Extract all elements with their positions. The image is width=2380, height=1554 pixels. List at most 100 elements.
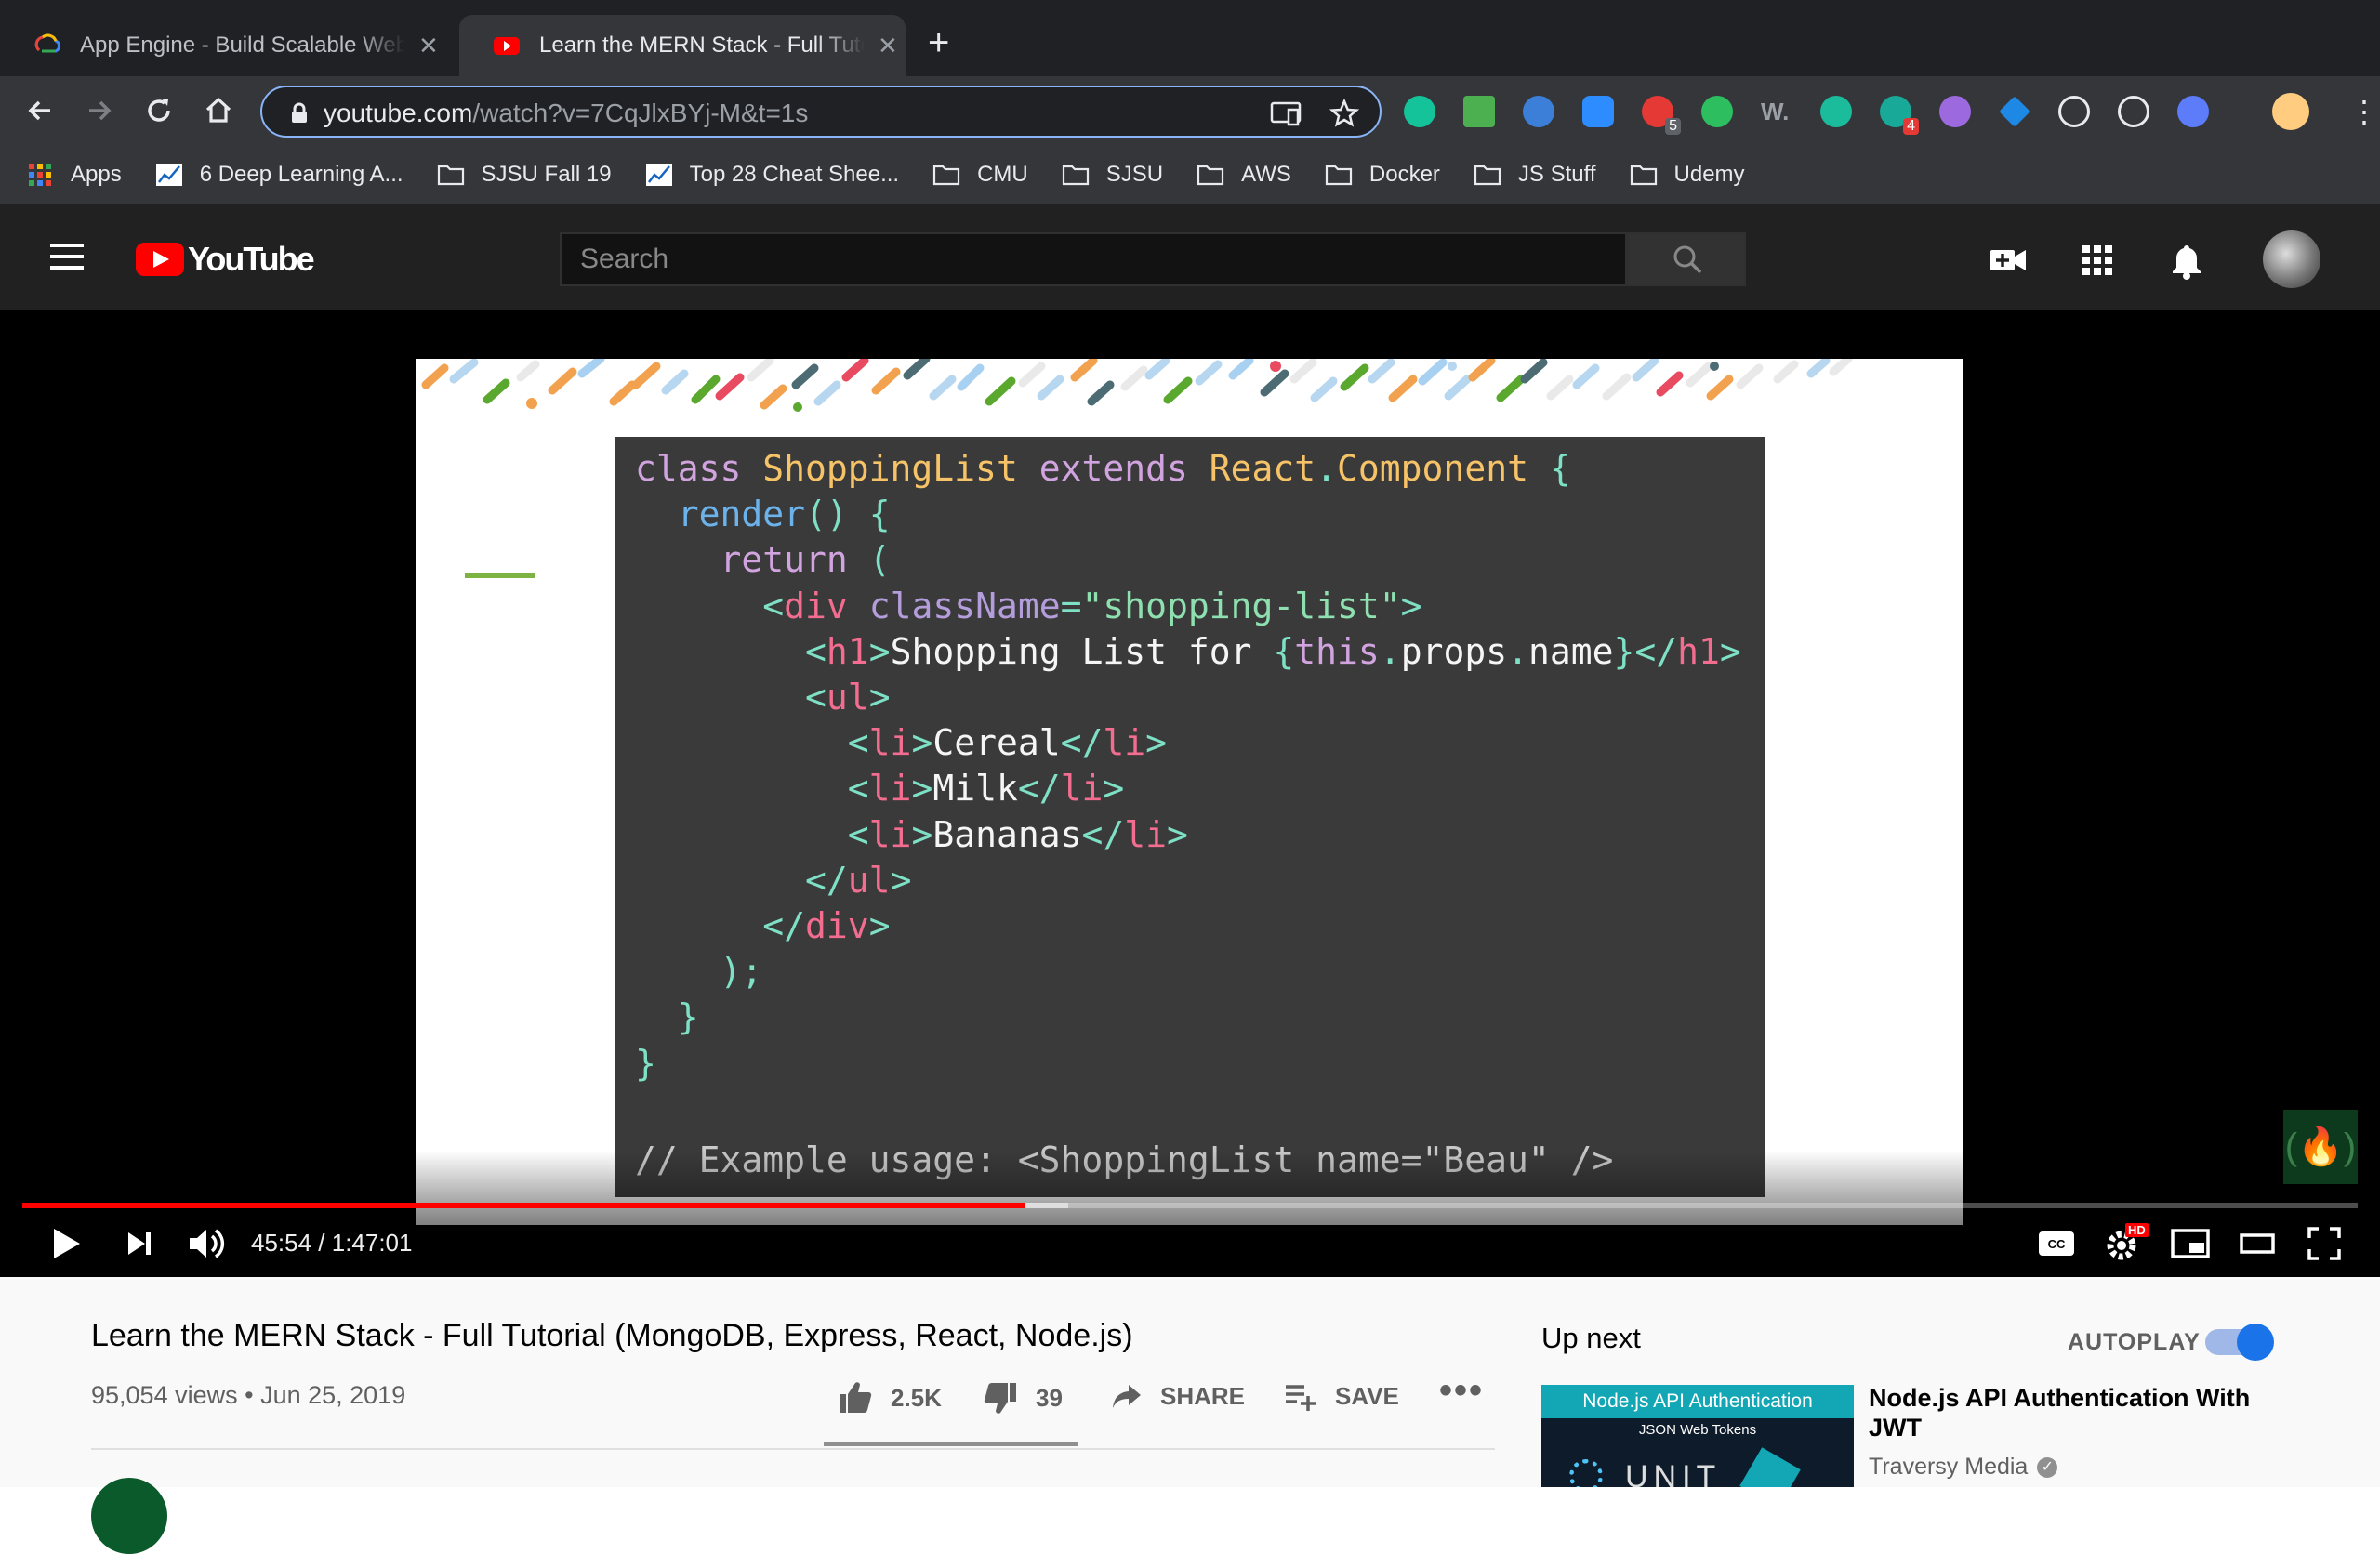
menu-dots-icon[interactable]: ⋮ bbox=[2348, 96, 2380, 127]
folder-icon bbox=[1197, 165, 1224, 186]
folder-icon bbox=[1325, 165, 1352, 186]
help-icon[interactable]: 4 bbox=[1880, 96, 1919, 135]
bookmark-sjsu-fall-19[interactable]: SJSU Fall 19 bbox=[437, 162, 612, 188]
youtube-masthead: YouTube Search bbox=[0, 204, 2380, 310]
evernote-icon[interactable] bbox=[1701, 96, 1733, 127]
search-input[interactable]: Search bbox=[560, 232, 1627, 286]
search-button[interactable] bbox=[1627, 232, 1746, 286]
reload-button[interactable] bbox=[138, 89, 180, 132]
fullscreen-icon[interactable] bbox=[2298, 1218, 2350, 1270]
star-icon[interactable] bbox=[1329, 99, 1359, 128]
volume-icon[interactable] bbox=[180, 1218, 232, 1270]
hd-badge: HD bbox=[2125, 1223, 2149, 1237]
zoom-icon[interactable] bbox=[1582, 96, 1614, 127]
like-button[interactable]: 2.5K bbox=[837, 1379, 942, 1416]
bookmark-cheat-sheets[interactable]: Top 28 Cheat Shee... bbox=[645, 162, 900, 188]
play-icon[interactable] bbox=[39, 1218, 91, 1270]
code-line: } bbox=[677, 996, 699, 1038]
hamburger-menu-icon[interactable] bbox=[50, 244, 84, 277]
bookmark-label: Docker bbox=[1368, 162, 1440, 187]
search-icon bbox=[1673, 245, 1702, 274]
browser-toolbar: youtube.com/watch?v=7CqJlxBYj-M&t=1s 5 W… bbox=[0, 76, 2380, 145]
recommendation-thumbnail[interactable]: Node.js API Authentication JSON Web Toke… bbox=[1541, 1385, 1854, 1487]
apps-grid-icon[interactable] bbox=[2077, 240, 2118, 281]
home-button[interactable] bbox=[197, 89, 240, 132]
code-block: class ShoppingList extends React.Compone… bbox=[615, 437, 1765, 1197]
globe-icon[interactable] bbox=[1523, 96, 1554, 127]
thumbs-up-icon bbox=[840, 1382, 872, 1414]
youtube-logo[interactable]: YouTube bbox=[136, 240, 315, 279]
channel-avatar[interactable] bbox=[91, 1478, 167, 1554]
profile-avatar[interactable] bbox=[2272, 93, 2309, 130]
bookmark-docker[interactable]: Docker bbox=[1325, 162, 1440, 188]
notifications-bell-icon[interactable] bbox=[2166, 240, 2207, 281]
bookmark-aws[interactable]: AWS bbox=[1197, 162, 1291, 188]
youtube-icon bbox=[494, 37, 520, 55]
share-label: SHARE bbox=[1160, 1381, 1246, 1410]
up-next-heading: Up next bbox=[1541, 1322, 1641, 1354]
theater-mode-icon[interactable] bbox=[2231, 1218, 2283, 1270]
close-icon[interactable]: ✕ bbox=[878, 32, 898, 60]
tab-app-engine[interactable]: App Engine - Build Scalable Web ✕ bbox=[0, 15, 439, 76]
bookmark-deep-learning[interactable]: 6 Deep Learning A... bbox=[155, 162, 403, 188]
settings-button[interactable]: HD bbox=[2097, 1218, 2149, 1270]
cast-icon[interactable] bbox=[1270, 100, 1302, 126]
forward-button[interactable] bbox=[78, 89, 121, 132]
bookmark-label: SJSU bbox=[1105, 162, 1164, 187]
code-line: <h1>Shopping List for {this.props.name}<… bbox=[805, 630, 1741, 672]
captions-icon[interactable]: CC bbox=[2030, 1218, 2082, 1270]
code-line: <li>Bananas</li> bbox=[847, 813, 1188, 855]
bookmark-label: 6 Deep Learning A... bbox=[199, 162, 403, 187]
account-avatar[interactable] bbox=[2263, 230, 2320, 288]
back-button[interactable] bbox=[19, 89, 61, 132]
share-icon bbox=[1113, 1385, 1141, 1408]
bookmark-label: CMU bbox=[977, 162, 1028, 187]
smile-icon[interactable] bbox=[1939, 96, 1971, 127]
recommendation-channel[interactable]: Traversy Media ✓ bbox=[1869, 1454, 2058, 1481]
autoplay-label: AUTOPLAY bbox=[2068, 1329, 2201, 1355]
shield-icon[interactable] bbox=[2177, 96, 2209, 127]
reload-icon bbox=[148, 99, 170, 122]
target-icon[interactable] bbox=[2118, 96, 2149, 127]
spinner-graphic bbox=[1569, 1459, 1603, 1487]
mindful-icon[interactable] bbox=[1820, 96, 1852, 127]
code-line: </div> bbox=[762, 905, 891, 947]
svg-text:CC: CC bbox=[2048, 1237, 2066, 1251]
close-icon[interactable]: ✕ bbox=[418, 32, 439, 60]
bookmark-sjsu[interactable]: SJSU bbox=[1062, 162, 1163, 188]
code-line: class ShoppingList extends React.Compone… bbox=[635, 448, 1571, 489]
tab-mern-tutorial[interactable]: Learn the MERN Stack - Full Tutorial ✕ bbox=[459, 15, 906, 76]
grammarly-icon[interactable] bbox=[1404, 96, 1435, 127]
next-video-icon[interactable] bbox=[113, 1218, 165, 1270]
bookmark-label: Apps bbox=[71, 162, 122, 187]
code-line: ); bbox=[720, 951, 763, 993]
todoist-icon[interactable]: 5 bbox=[1642, 96, 1681, 135]
graduation-icon[interactable] bbox=[1999, 96, 2030, 127]
recommendation-title[interactable]: Node.js API Authentication With JWT bbox=[1869, 1383, 2296, 1442]
react-icon[interactable] bbox=[2058, 96, 2090, 127]
arrow-left-icon bbox=[28, 100, 50, 121]
wordtune-icon[interactable]: W. bbox=[1761, 96, 1792, 127]
watch-metadata: Learn the MERN Stack - Full Tutorial (Mo… bbox=[0, 1277, 2380, 1554]
save-button[interactable]: SAVE bbox=[1283, 1379, 1399, 1413]
code-text: class ShoppingList extends React.Compone… bbox=[635, 446, 1741, 1183]
video-player[interactable]: class ShoppingList extends React.Compone… bbox=[0, 310, 2380, 1277]
dislike-button[interactable]: 39 bbox=[982, 1379, 1063, 1416]
more-actions-icon[interactable]: ••• bbox=[1439, 1370, 1484, 1412]
share-button[interactable]: SHARE bbox=[1110, 1379, 1245, 1413]
bookmark-apps[interactable]: Apps bbox=[26, 162, 122, 188]
bookmark-cmu[interactable]: CMU bbox=[932, 162, 1028, 188]
bookmark-udemy[interactable]: Udemy bbox=[1630, 162, 1745, 188]
mail-check-icon[interactable] bbox=[1463, 96, 1495, 127]
create-video-icon[interactable] bbox=[1988, 240, 2029, 281]
browser-tab-strip: App Engine - Build Scalable Web ✕ Learn … bbox=[0, 0, 2380, 76]
bookmark-label: Udemy bbox=[1673, 162, 1745, 187]
bookmark-js-stuff[interactable]: JS Stuff bbox=[1474, 162, 1596, 188]
miniplayer-icon[interactable] bbox=[2164, 1218, 2216, 1270]
new-tab-button[interactable]: + bbox=[928, 24, 949, 61]
autoplay-toggle[interactable] bbox=[2205, 1324, 2274, 1361]
address-bar[interactable]: youtube.com/watch?v=7CqJlxBYj-M&t=1s bbox=[260, 86, 1382, 138]
code-line: <div className="shopping-list"> bbox=[762, 585, 1422, 626]
bookmark-label: Top 28 Cheat Shee... bbox=[689, 162, 900, 187]
hexagon-graphic bbox=[1739, 1447, 1801, 1487]
